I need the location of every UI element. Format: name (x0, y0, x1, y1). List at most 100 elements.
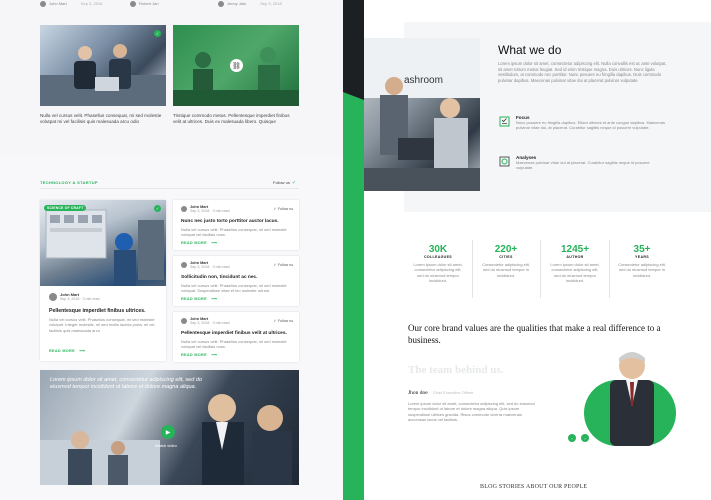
post-excerpt: Tristique commodo metus. Pellentesque im… (173, 113, 290, 124)
twitter-icon: ✓ (291, 180, 297, 186)
read-more-link[interactable]: READ MORE ⟶ (181, 352, 217, 357)
meta-author[interactable]: John Mart (49, 1, 67, 6)
prev-arrow-icon[interactable]: ‹ (568, 434, 576, 442)
checklist-icon (498, 115, 510, 127)
read-more-link[interactable]: READ MORE ⟶ (181, 296, 217, 301)
read-more-link[interactable]: READ MORE ⟶ (181, 240, 217, 245)
member-role: Chief Executive Officer (432, 390, 474, 395)
side-post-card[interactable]: John Mart Sep 3, 2018 · 3 min read ✓ Fol… (173, 256, 299, 306)
avatar (130, 1, 136, 7)
coworkers-illustration: ashroom (364, 38, 480, 191)
section-divider (40, 188, 299, 189)
read-more-link[interactable]: READ MORE ⟶ (49, 348, 85, 353)
stat-number: 30K (428, 244, 448, 255)
play-icon[interactable]: ▶ (161, 425, 175, 439)
stat-text: Lorem ipsum dolor sit amet, consectetur … (413, 262, 463, 284)
stat-text: Consectetur adipiscing elit, sed do eius… (482, 262, 530, 278)
follow-label: Follow us (277, 318, 293, 323)
member-name: Jhon doe (408, 390, 428, 396)
arrow-right-icon: ⟶ (211, 297, 218, 301)
arrow-right-icon: ⟶ (211, 353, 218, 357)
post-title[interactable]: Pellentesque imperdiet finibus ultrices. (49, 308, 159, 314)
avatar (181, 262, 187, 268)
stat-label: AUTHOR (566, 255, 584, 259)
team-member-heading: Jhon doe Chief Executive Officer (408, 390, 473, 396)
post-excerpt: Nulla vel cursus velit. Phasellus conseq… (49, 317, 155, 333)
featured-post-image: SCIENCE OF CRAFT ✓ (40, 200, 166, 286)
twitter-icon: ✓ (273, 206, 277, 211)
stat-divider (540, 240, 541, 298)
post-author-row: John Mart Sep 3, 2018 · 3 min read (181, 205, 230, 213)
follow-label: Follow us (273, 180, 290, 186)
post-author-row: John Mart Sep 3, 2018 · 3 min read (181, 261, 230, 269)
twitter-icon: ✓ (273, 262, 277, 267)
stat-number: 1245+ (560, 244, 590, 255)
post-meta: John Mart Sep 3, 2018 (40, 0, 102, 8)
follow-label: Follow us (277, 206, 293, 211)
member-bio: Lorem ipsum dolor sit amet, consectetur … (408, 401, 535, 423)
post-title[interactable]: Sollicitudin non, tincidunt ac nec. (181, 275, 293, 281)
stat-colleagues: 30K COLLEAGUES Lorem ipsum dolor sit ame… (412, 244, 464, 284)
twitter-icon: ✓ (273, 318, 277, 323)
meta-date: Sep 3, 2018 (80, 1, 103, 7)
follow-us[interactable]: ✓ Follow us (273, 318, 293, 323)
avatar (181, 318, 187, 324)
follow-us[interactable]: ✓ Follow us (273, 262, 293, 267)
follow-us[interactable]: ✓ Follow us (273, 206, 293, 211)
meta-author[interactable]: Robert Jan (139, 1, 159, 6)
follow-label: Follow us (277, 262, 293, 267)
avatar (181, 206, 187, 212)
arrow-right-icon: ⟶ (79, 349, 86, 353)
post-meta: Robert Jan (130, 0, 159, 8)
stat-label: CITIES (499, 255, 513, 259)
blog-panel: John Mart Sep 3, 2018 Robert Jan Jenny J… (0, 0, 343, 500)
link-icon[interactable]: ⛓ (230, 59, 243, 72)
office-photo-illustration (40, 44, 166, 106)
stat-cities: 220+ CITIES Consectetur adipiscing elit,… (480, 244, 532, 278)
twitter-icon[interactable]: ✓ (154, 205, 161, 212)
post-date: Sep 3, 2018 · 3 min read (190, 321, 230, 325)
read-more-label: READ MORE (181, 241, 207, 245)
meta-date: Sep 3, 2018 (260, 1, 282, 7)
side-post-card[interactable]: John Mart Sep 3, 2018 · 3 min read ✓ Fol… (173, 200, 299, 250)
twitter-icon[interactable]: ✓ (154, 30, 161, 37)
post-excerpt: Nulla vel cursus velit. Phasellus conseq… (181, 283, 287, 294)
section-tag[interactable]: TECHNOLOGY & STARTUP (40, 180, 98, 185)
stat-label: COLLEAGUES (424, 255, 452, 259)
post-excerpt: Nulla vel cursus velit. Phasellus conseq… (181, 339, 287, 350)
video-banner[interactable]: Lorem ipsum dolor sit amet, consectetur … (40, 370, 299, 485)
svg-text:ashroom: ashroom (404, 75, 443, 86)
avatar (218, 1, 224, 7)
feature-analyses: Analyses Maecenas pulvinar vitae dui at … (498, 155, 666, 171)
side-post-card[interactable]: John Mart Sep 3, 2018 · 3 min read ✓ Fol… (173, 312, 299, 362)
post-title[interactable]: Nunc nec justo torto porttitor auctor la… (181, 219, 293, 225)
play-label[interactable]: Watch video (155, 443, 177, 448)
follow-us[interactable]: Follow us ✓ (273, 180, 296, 186)
team-title: The team behind us. (408, 364, 504, 376)
stat-years: 35+ YEARS Consectetur adipiscing elit, s… (616, 244, 668, 278)
office-photo: ashroom (364, 38, 480, 191)
meta-author[interactable]: Jenny Jain (227, 1, 246, 6)
next-arrow-icon[interactable]: › (581, 434, 589, 442)
stat-author: 1245+ AUTHOR Lorem ipsum dolor sit amet,… (549, 244, 601, 284)
post-meta: Jenny Jain Sep 3, 2018 (218, 0, 282, 8)
industry-photo-illustration (45, 209, 164, 286)
post-date: Sep 3, 2018 · 3 min read (60, 297, 100, 301)
feature-text: Nunc posuere eu fringilla dapibus. Etiam… (516, 120, 665, 131)
post-title[interactable]: Pellentesque imperdiet finibus velit at … (181, 331, 293, 337)
category-badge[interactable]: SCIENCE OF CRAFT (44, 205, 87, 211)
post-author-row: John Mart Sep 3, 2018 · 3 min read (49, 292, 100, 301)
post-image-meeting[interactable]: ⛓ (173, 25, 299, 106)
avatar (49, 292, 57, 301)
arrow-right-icon: ⟶ (211, 241, 218, 245)
post-image-office[interactable]: ✓ (40, 25, 166, 106)
analytics-icon (498, 155, 510, 167)
feature-text: Maecenas pulvinar vitae dui at placerat.… (516, 160, 650, 171)
brand-values-heading: Our core brand values are the qualities … (408, 323, 661, 345)
post-date: Sep 3, 2018 · 3 min read (190, 209, 230, 213)
featured-post-card[interactable]: SCIENCE OF CRAFT ✓ John Mart Sep 3, 2018… (40, 200, 166, 361)
read-more-label: READ MORE (181, 353, 207, 357)
whatwedo-paragraph: Lorem ipsum dolor sit amet, consectetur … (498, 61, 667, 84)
about-panel: ashroom What we do Lorem ipsum dolor sit… (364, 0, 711, 500)
whatwedo-title: What we do (498, 43, 562, 57)
